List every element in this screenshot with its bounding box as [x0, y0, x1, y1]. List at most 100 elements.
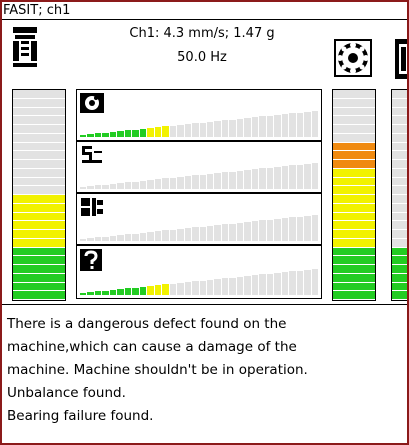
level-bar-segment [124, 130, 132, 137]
gauge-segment [13, 221, 65, 230]
level-bar-segment [80, 239, 87, 241]
level-bar-segment [102, 236, 109, 241]
level-bar-segment [162, 284, 169, 295]
level-bar-segment [177, 176, 184, 189]
gauge-segment [13, 195, 65, 204]
level-bar-segment [184, 228, 192, 241]
gauge-segment [392, 107, 407, 117]
gauge-segment [13, 203, 65, 213]
gauge-segment [392, 186, 407, 195]
title-divider [2, 19, 407, 20]
level-bar-segment [206, 225, 214, 241]
gauge-segment [333, 133, 375, 143]
gauge-segment [392, 273, 407, 283]
level-bar-segment [274, 166, 281, 189]
gauge-segment [333, 98, 375, 108]
level-bar-segment [266, 167, 274, 189]
level-bar-segment [132, 287, 139, 295]
level-bar-segment [304, 111, 311, 137]
gauge-segment [13, 265, 65, 274]
level-bar-segment [214, 279, 221, 295]
unbalance-level-bar [80, 111, 318, 137]
level-bar-segment [154, 231, 162, 241]
level-bar-segment [102, 132, 109, 137]
level-bar-segment [184, 176, 192, 189]
level-bar-segment [132, 181, 139, 189]
gauge-segment [392, 256, 407, 265]
level-bar-segment [289, 165, 296, 189]
level-bar-segment [274, 114, 281, 137]
level-bar-segment [244, 275, 251, 295]
level-bar-segment [102, 184, 109, 189]
gauge-segment [392, 133, 407, 143]
gauge-segment [333, 230, 375, 239]
level-bar-segment [236, 170, 244, 189]
level-bar-segment [147, 232, 154, 241]
level-bar-segment [184, 124, 192, 137]
frequency-reading: 50.0 Hz [177, 50, 227, 65]
level-bar-segment [206, 279, 214, 295]
level-bar-segment [139, 128, 147, 137]
level-bar-segment [311, 269, 318, 295]
level-bar-segment [80, 187, 87, 189]
gauge-segment [333, 265, 375, 274]
gauge-segment [13, 177, 65, 187]
gauge-segment [13, 107, 65, 117]
level-bar-segment [296, 112, 304, 137]
gauge-segment [392, 168, 407, 178]
gauge-segment [333, 203, 375, 213]
level-bar-segment [117, 183, 124, 189]
level-bar-segment [132, 233, 139, 241]
level-bar-segment [214, 173, 221, 189]
level-bar-segment [214, 225, 221, 241]
level-bar-segment [177, 282, 184, 295]
level-bar-segment [281, 166, 289, 189]
level-bar-segment [274, 218, 281, 241]
level-bar-segment [169, 283, 177, 295]
gauge-segment [333, 238, 375, 248]
gauge-segment [333, 221, 375, 230]
level-bar-segment [192, 281, 199, 295]
level-bar-segment [124, 182, 132, 189]
gauge-segment [13, 116, 65, 125]
level-bar-segment [102, 290, 109, 295]
gauge-segment [13, 256, 65, 265]
gauge-segment [392, 247, 407, 257]
gauge-segment [392, 142, 407, 152]
gauge-segment [392, 125, 407, 134]
level-bar-segment [139, 180, 147, 189]
diagnosis-message: There is a dangerous defect found on the… [7, 313, 405, 428]
level-bar-segment [199, 280, 206, 295]
gauge-segment [333, 177, 375, 187]
channel-reading: Ch1: 4.3 mm/s; 1.47 g [129, 26, 275, 41]
looseness-level-bar [80, 215, 318, 241]
gauge-segment [392, 230, 407, 239]
level-bar-segment [147, 286, 154, 295]
gauge-segment [13, 142, 65, 152]
bearing-level-bar [80, 269, 318, 295]
gauge-segment [13, 133, 65, 143]
level-bar-segment [109, 235, 117, 241]
gauge-segment [333, 125, 375, 134]
app-window: FASIT; ch1 Ch1: 4.3 mm/s; 1.47 g 50.0 Hz [0, 0, 409, 445]
level-bar-segment [117, 235, 124, 241]
message-line: machine,which can cause a damage of the [7, 339, 297, 355]
gauge-segment [333, 256, 375, 265]
level-bar-segment [124, 234, 132, 241]
level-bar-segment [251, 169, 259, 189]
level-bar-segment [94, 133, 102, 137]
misalignment-icon [80, 145, 104, 165]
level-bar-segment [266, 219, 274, 241]
level-bar-segment [192, 123, 199, 137]
level-bar-segment [311, 111, 318, 137]
gauge-segment [13, 273, 65, 283]
level-bar-segment [87, 238, 94, 241]
gauge-segment [13, 125, 65, 134]
window-title: FASIT; ch1 [3, 3, 71, 18]
level-bar-segment [229, 119, 236, 137]
message-line: Bearing failure found. [7, 408, 154, 424]
level-bar-segment [139, 286, 147, 295]
misalignment-level-bar [80, 163, 318, 189]
bearing-question-icon [80, 249, 104, 271]
level-bar-segment [289, 217, 296, 241]
